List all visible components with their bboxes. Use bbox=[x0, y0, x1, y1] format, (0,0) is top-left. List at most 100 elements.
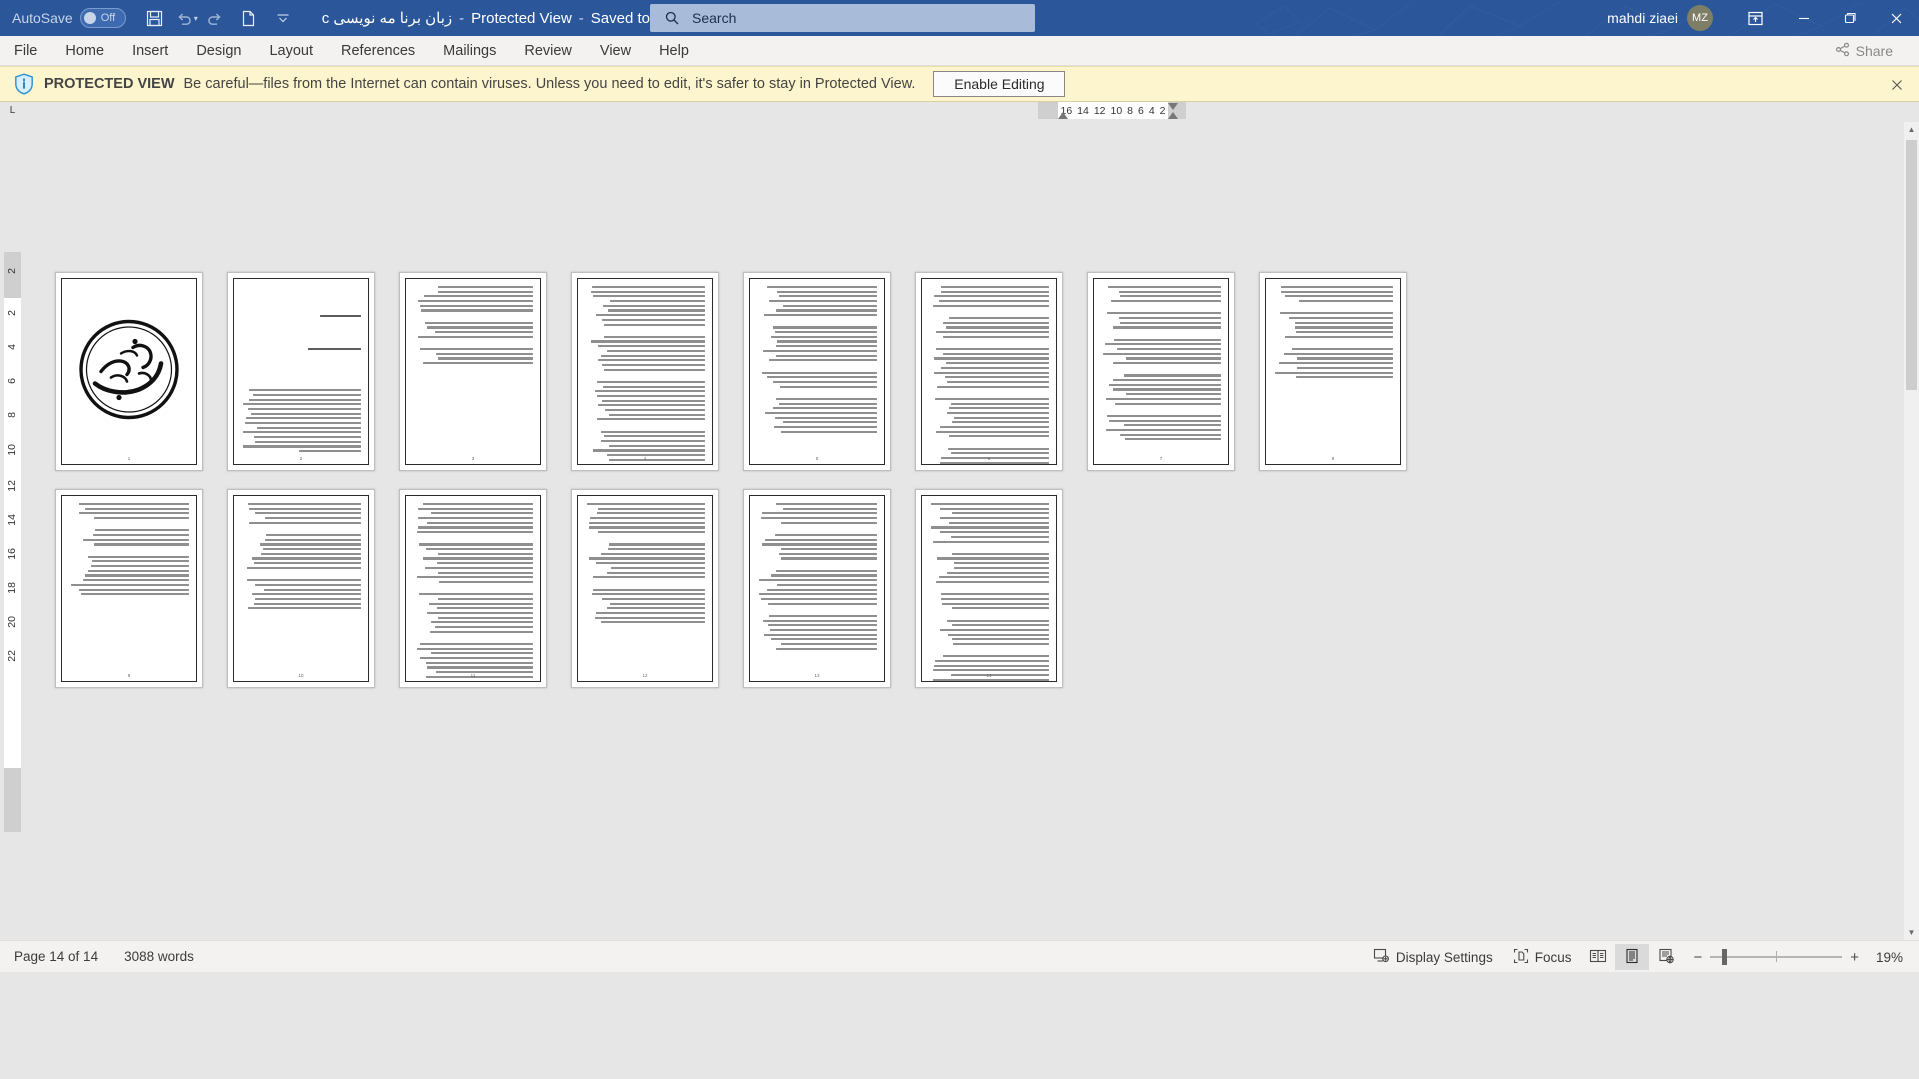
restore-button[interactable] bbox=[1827, 0, 1873, 36]
zoom-slider-track[interactable] bbox=[1710, 949, 1843, 965]
vertical-ruler[interactable]: 2 2 4 6 8 10 12 14 16 18 20 22 bbox=[4, 252, 21, 832]
tab-file[interactable]: File bbox=[0, 36, 51, 66]
page-thumbnail[interactable]: 13 bbox=[743, 489, 891, 688]
tab-help[interactable]: Help bbox=[645, 36, 703, 66]
text-line bbox=[598, 507, 705, 510]
zoom-control[interactable]: − + bbox=[1693, 949, 1859, 966]
text-line bbox=[431, 512, 533, 515]
text-line bbox=[1281, 286, 1393, 289]
zoom-slider-thumb[interactable] bbox=[1722, 949, 1728, 965]
zoom-in-button[interactable]: + bbox=[1850, 949, 1859, 966]
ruler-tick-10: 10 bbox=[1110, 104, 1123, 117]
text-line bbox=[248, 607, 361, 610]
text-line bbox=[260, 543, 361, 546]
tab-mailings[interactable]: Mailings bbox=[429, 36, 510, 66]
text-line bbox=[420, 304, 533, 307]
text-line bbox=[759, 579, 877, 582]
share-button[interactable]: Share bbox=[1825, 38, 1903, 63]
page-thumbnail[interactable]: 9 bbox=[55, 489, 203, 688]
page-thumbnail[interactable]: 14 bbox=[915, 489, 1063, 688]
text-line bbox=[1125, 438, 1221, 441]
text-line bbox=[593, 295, 705, 298]
page-thumbnail[interactable]: 6 bbox=[915, 272, 1063, 471]
tab-view[interactable]: View bbox=[586, 36, 645, 66]
banner-close-icon[interactable] bbox=[1887, 75, 1907, 95]
text-line bbox=[775, 416, 877, 419]
text-line bbox=[423, 295, 533, 298]
text-line bbox=[944, 376, 1049, 379]
page-thumbnail[interactable]: 10 bbox=[227, 489, 375, 688]
page-thumbnail[interactable]: 5 bbox=[743, 272, 891, 471]
text-line bbox=[949, 407, 1049, 410]
page-thumbnail[interactable]: 4 bbox=[571, 272, 719, 471]
hanging-indent-marker-icon[interactable] bbox=[1168, 112, 1178, 119]
vruler-tick-7: 14 bbox=[6, 514, 18, 526]
text-line bbox=[1120, 295, 1221, 298]
page-indicator[interactable]: Page 14 of 14 bbox=[14, 949, 98, 964]
tab-design[interactable]: Design bbox=[182, 36, 255, 66]
text-line bbox=[781, 521, 877, 524]
new-document-icon[interactable] bbox=[232, 3, 266, 33]
zoom-level-label[interactable]: 19% bbox=[1859, 950, 1903, 965]
scroll-down-arrow-icon[interactable]: ▼ bbox=[1904, 925, 1919, 940]
word-count[interactable]: 3088 words bbox=[124, 949, 194, 964]
search-box[interactable] bbox=[650, 4, 1035, 32]
focus-mode-button[interactable]: Focus bbox=[1503, 945, 1582, 969]
tab-references[interactable]: References bbox=[327, 36, 429, 66]
save-icon[interactable] bbox=[138, 3, 172, 33]
text-line bbox=[761, 371, 877, 374]
document-canvas[interactable]: 2 2 4 6 8 10 12 14 16 18 20 22 12345678 9… bbox=[0, 122, 1919, 940]
text-line bbox=[1275, 371, 1393, 374]
text-line bbox=[1123, 374, 1221, 377]
text-line bbox=[83, 579, 189, 582]
ruler-margin-left bbox=[1038, 102, 1058, 119]
text-block bbox=[241, 286, 361, 453]
text-block bbox=[413, 286, 533, 372]
scroll-up-arrow-icon[interactable]: ▲ bbox=[1904, 122, 1919, 137]
horizontal-ruler[interactable]: 16 14 12 10 8 6 4 2 bbox=[1038, 102, 1186, 119]
search-input[interactable] bbox=[690, 9, 990, 27]
status-bar: Page 14 of 14 3088 words Display Setting… bbox=[0, 940, 1919, 972]
text-line bbox=[320, 314, 361, 317]
text-line bbox=[764, 633, 877, 636]
zoom-out-button[interactable]: − bbox=[1693, 949, 1702, 966]
page-thumbnail[interactable]: 11 bbox=[399, 489, 547, 688]
vertical-scrollbar-thumb[interactable] bbox=[1906, 140, 1917, 390]
text-line bbox=[427, 521, 533, 524]
tab-stop-selector[interactable]: L bbox=[4, 102, 21, 119]
first-line-indent-marker-icon[interactable] bbox=[1168, 103, 1178, 110]
close-button[interactable] bbox=[1873, 0, 1919, 36]
tab-layout[interactable]: Layout bbox=[255, 36, 327, 66]
enable-editing-button[interactable]: Enable Editing bbox=[933, 71, 1066, 97]
text-line bbox=[951, 607, 1049, 610]
page-thumbnail[interactable]: 7 bbox=[1087, 272, 1235, 471]
tab-review[interactable]: Review bbox=[510, 36, 586, 66]
customize-quick-access-toolbar-icon[interactable] bbox=[266, 3, 300, 33]
left-indent-marker-icon[interactable] bbox=[1058, 112, 1068, 119]
autosave-toggle[interactable]: Off bbox=[79, 8, 126, 28]
tab-home[interactable]: Home bbox=[51, 36, 118, 66]
web-layout-button[interactable] bbox=[1649, 944, 1683, 970]
read-mode-button[interactable] bbox=[1581, 944, 1615, 970]
ribbon-display-options-icon[interactable] bbox=[1729, 0, 1781, 36]
tab-insert[interactable]: Insert bbox=[118, 36, 182, 66]
account-name[interactable]: mahdi ziaei bbox=[1607, 10, 1678, 26]
minimize-button[interactable] bbox=[1781, 0, 1827, 36]
page-thumbnail[interactable]: 8 bbox=[1259, 272, 1407, 471]
avatar[interactable]: MZ bbox=[1687, 5, 1713, 31]
text-line bbox=[601, 318, 705, 321]
text-line bbox=[783, 421, 877, 424]
page-thumbnail[interactable]: 3 bbox=[399, 272, 547, 471]
print-layout-button[interactable] bbox=[1615, 944, 1650, 970]
page-thumbnail[interactable]: 12 bbox=[571, 489, 719, 688]
text-line bbox=[598, 531, 705, 534]
banner-title: PROTECTED VIEW bbox=[44, 76, 175, 92]
page-thumbnail[interactable]: 1 bbox=[55, 272, 203, 471]
page-thumbnail[interactable]: 2 bbox=[227, 272, 375, 471]
redo-icon[interactable] bbox=[198, 3, 232, 33]
text-line bbox=[431, 652, 533, 655]
display-settings-button[interactable]: Display Settings bbox=[1363, 945, 1503, 969]
vertical-scrollbar[interactable]: ▲ ▼ bbox=[1904, 122, 1919, 940]
